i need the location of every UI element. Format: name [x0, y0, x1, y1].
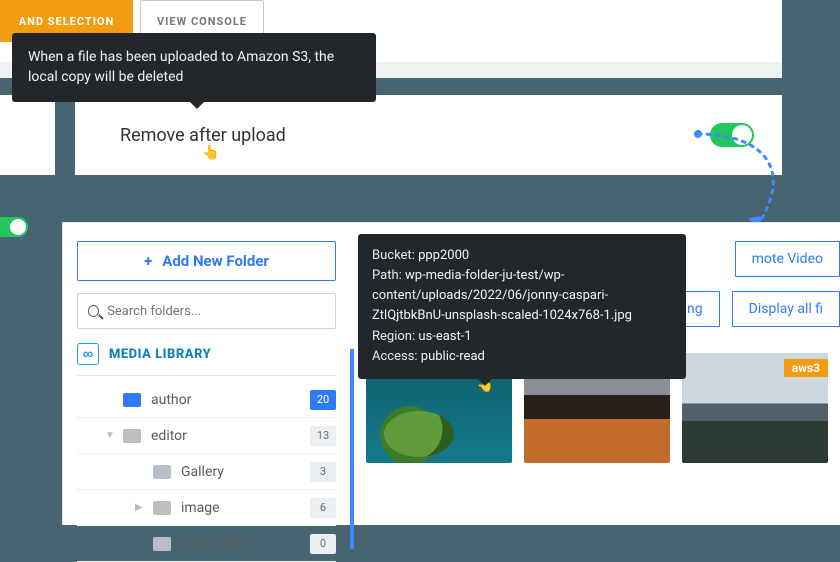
folder-icon — [123, 429, 141, 443]
media-library-title: MEDIA LIBRARY — [109, 347, 211, 362]
region-value: us-east-1 — [418, 329, 471, 344]
setting-row: Remove after upload — [75, 95, 782, 175]
display-all-button[interactable]: Display all fi — [732, 291, 840, 327]
chevron-down-icon[interactable]: ▼ — [105, 430, 123, 441]
folder-icon — [153, 501, 171, 515]
media-thumbnail[interactable]: aws3 — [682, 353, 828, 463]
remote-video-button[interactable]: mote Video — [735, 241, 840, 277]
tree-row[interactable]: author 20 — [77, 382, 336, 418]
path-label: Path: — [372, 268, 405, 283]
folder-count: 13 — [310, 426, 336, 446]
search-icon — [88, 305, 99, 317]
folder-count: 20 — [310, 390, 336, 410]
top-actions: mote Video — [735, 241, 840, 277]
setting-label: Remove after upload — [120, 125, 286, 146]
folder-icon — [153, 465, 171, 479]
folder-count: 6 — [310, 498, 336, 518]
folder-name: editor — [151, 428, 310, 444]
folder-tree: author 20 ▼ editor 13 Gallery 3 ▶ image … — [77, 382, 336, 562]
folder-name: Gallery — [181, 464, 310, 480]
access-label: Access: — [372, 349, 421, 364]
plus-icon: + — [144, 252, 152, 270]
bucket-label: Bucket: — [372, 248, 418, 263]
media-library-header[interactable]: ∞ MEDIA LIBRARY — [77, 343, 336, 376]
region-label: Region: — [372, 329, 418, 344]
media-library-icon: ∞ — [77, 343, 99, 365]
aws3-badge: aws3 — [784, 359, 828, 377]
secondary-toggle[interactable] — [0, 217, 28, 237]
tree-row[interactable]: New folder 0 — [77, 526, 336, 562]
path-value: wp-media-folder-ju-test/wp-content/uploa… — [372, 268, 632, 323]
tree-row[interactable]: ▼ editor 13 — [77, 418, 336, 454]
folder-count: 3 — [310, 462, 336, 482]
access-value: public-read — [421, 349, 485, 364]
search-input[interactable] — [107, 304, 325, 319]
folder-count: 0 — [310, 534, 336, 554]
folder-icon — [123, 393, 141, 407]
tree-row[interactable]: Gallery 3 — [77, 454, 336, 490]
tooltip-remove-after-upload: When a file has been uploaded to Amazon … — [12, 33, 376, 102]
selection-bar — [350, 349, 354, 549]
folder-name: image — [181, 500, 310, 516]
chevron-right-icon[interactable]: ▶ — [135, 502, 153, 513]
folder-name: New folder — [181, 536, 310, 552]
left-strip — [0, 95, 55, 175]
search-folders-field[interactable] — [77, 293, 336, 329]
sidebar: + Add New Folder ∞ MEDIA LIBRARY author … — [63, 223, 350, 525]
add-folder-label: Add New Folder — [162, 252, 269, 270]
tooltip-s3-details: Bucket: ppp2000 Path: wp-media-folder-ju… — [358, 234, 686, 379]
folder-icon — [153, 537, 171, 551]
bucket-value: ppp2000 — [418, 248, 469, 263]
tree-row[interactable]: ▶ image 6 — [77, 490, 336, 526]
add-new-folder-button[interactable]: + Add New Folder — [77, 241, 336, 281]
folder-name: author — [151, 392, 310, 408]
